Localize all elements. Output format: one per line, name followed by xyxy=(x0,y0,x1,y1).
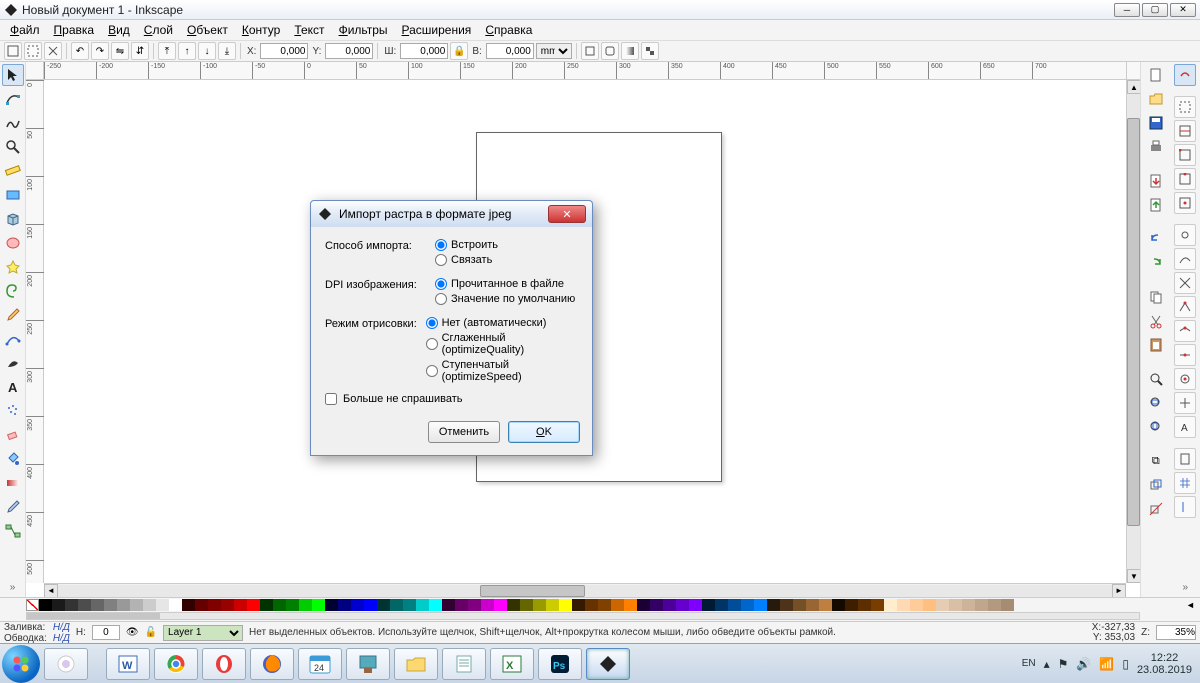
import-embed-radio[interactable]: Встроить xyxy=(435,239,498,251)
dialog-close-button[interactable]: ✕ xyxy=(548,205,586,223)
dialog-title-text: Импорт растра в формате jpeg xyxy=(339,207,511,221)
ok-button[interactable]: OK xyxy=(508,421,580,443)
render-quality-radio[interactable]: Сглаженный (optimizeQuality) xyxy=(426,332,578,356)
cancel-button[interactable]: Отменить xyxy=(428,421,500,443)
render-none-radio[interactable]: Нет (автоматически) xyxy=(426,317,578,329)
import-link-radio[interactable]: Связать xyxy=(435,254,498,266)
render-mode-label: Режим отрисовки: xyxy=(325,317,426,330)
dpi-fromfile-radio[interactable]: Прочитанное в файле xyxy=(435,278,575,290)
dpi-default-radio[interactable]: Значение по умолчанию xyxy=(435,293,575,305)
dialog-app-icon xyxy=(317,206,333,222)
dialog-overlay: Импорт растра в формате jpeg ✕ Способ им… xyxy=(0,0,1200,675)
import-mode-label: Способ импорта: xyxy=(325,239,435,252)
dont-ask-checkbox[interactable]: Больше не спрашивать xyxy=(325,393,578,405)
import-dialog: Импорт растра в формате jpeg ✕ Способ им… xyxy=(310,200,593,456)
render-speed-radio[interactable]: Ступенчатый (optimizeSpeed) xyxy=(426,359,578,383)
dialog-titlebar[interactable]: Импорт растра в формате jpeg ✕ xyxy=(311,201,592,227)
dpi-label: DPI изображения: xyxy=(325,278,435,291)
